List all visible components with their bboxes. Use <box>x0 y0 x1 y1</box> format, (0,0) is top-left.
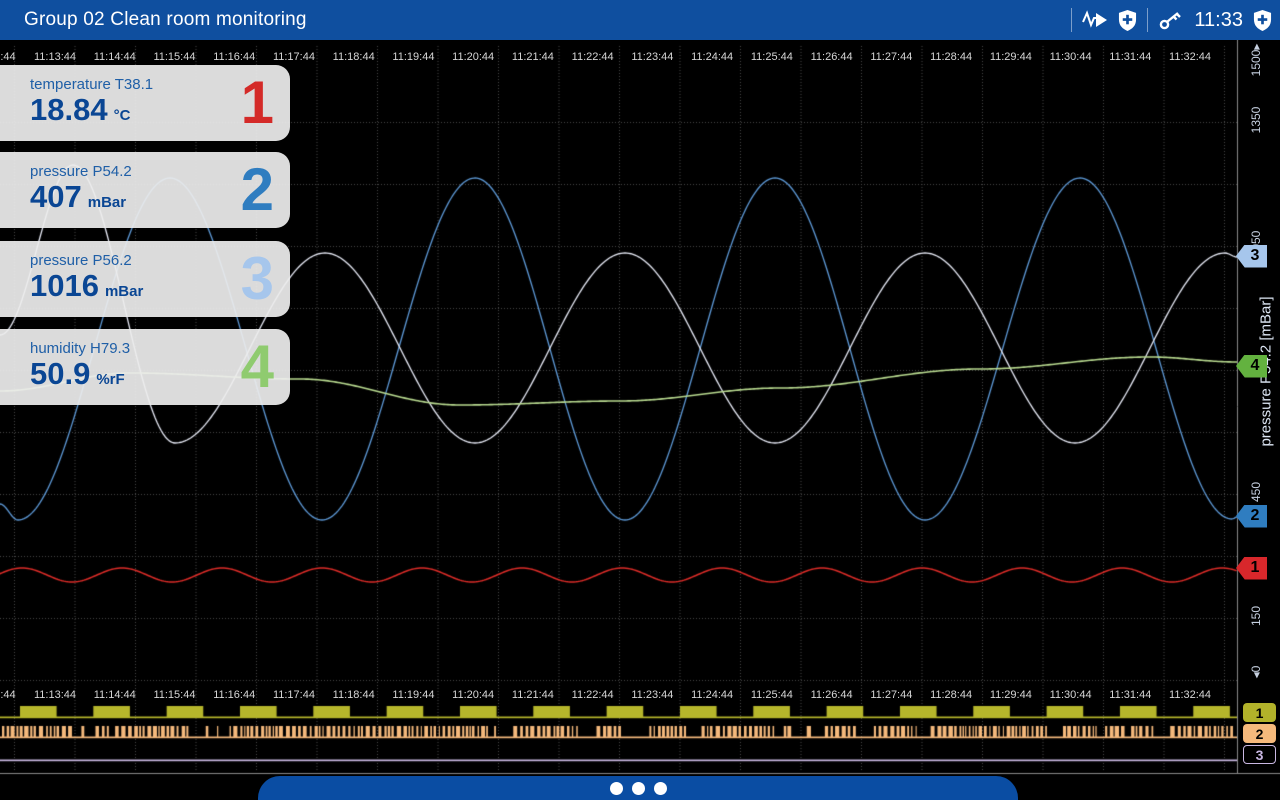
time-tick: 11:20:44 <box>452 51 494 63</box>
channel-label: temperature T38.1 <box>30 76 276 93</box>
time-tick: 11:26:44 <box>811 51 853 63</box>
time-tick: 11:27:44 <box>870 51 912 63</box>
time-tick: 11:13:44 <box>34 689 76 701</box>
channel-label: humidity H79.3 <box>30 340 276 357</box>
channel-label: pressure P54.2 <box>30 163 276 180</box>
time-tick: 11:14:44 <box>94 51 136 63</box>
channel-card-2[interactable]: pressure P54.2407 mBar 2 <box>0 152 290 228</box>
clock: 11:33 <box>1194 9 1243 32</box>
time-tick: 11:24:44 <box>691 689 733 701</box>
channel-number: 4 <box>241 337 274 397</box>
time-tick: 11:17:44 <box>273 51 315 63</box>
time-tick: 11:22:44 <box>572 51 614 63</box>
divider <box>1071 8 1072 32</box>
value-tick: 150 <box>1249 586 1263 646</box>
clean-room-monitor-screen: Group 02 Clean room monitoring 11:33 :44… <box>0 0 1280 800</box>
channel-value: 50.9 <box>30 358 90 391</box>
channel-value: 18.84 <box>30 94 108 127</box>
channel-card-3[interactable]: pressure P56.21016 mBar 3 <box>0 241 290 317</box>
time-tick: 11:27:44 <box>870 689 912 701</box>
time-tick: 11:29:44 <box>990 51 1032 63</box>
digital-badge-3[interactable]: 3 <box>1243 745 1276 764</box>
time-tick: 11:17:44 <box>273 689 315 701</box>
key-unlock-icon[interactable] <box>1158 8 1184 32</box>
time-tick: 11:19:44 <box>392 51 434 63</box>
time-tick: 11:28:44 <box>930 51 972 63</box>
time-tick: 11:25:44 <box>751 51 793 63</box>
time-tick: :44 <box>0 51 15 63</box>
time-tick: 11:18:44 <box>333 689 375 701</box>
time-tick: 11:21:44 <box>512 689 554 701</box>
time-tick: 11:31:44 <box>1109 51 1151 63</box>
channel-card-4[interactable]: humidity H79.350.9 %rF 4 <box>0 329 290 405</box>
time-tick: 11:26:44 <box>811 689 853 701</box>
time-tick: 11:21:44 <box>512 51 554 63</box>
time-tick: 11:30:44 <box>1050 689 1092 701</box>
shield-plus-icon[interactable] <box>1253 9 1272 32</box>
time-tick: 11:20:44 <box>452 689 494 701</box>
shield-plus-icon[interactable] <box>1118 9 1137 32</box>
status-area: 11:33 <box>1071 0 1272 40</box>
time-tick: 11:19:44 <box>392 689 434 701</box>
signal-icon[interactable] <box>1082 8 1108 32</box>
channel-label: pressure P56.2 <box>30 252 276 269</box>
divider <box>1147 8 1148 32</box>
time-tick: 11:30:44 <box>1050 51 1092 63</box>
channel-card-1[interactable]: temperature T38.118.84 °C 1 <box>0 65 290 141</box>
time-tick: 11:18:44 <box>333 51 375 63</box>
time-tick: 11:15:44 <box>153 51 195 63</box>
digital-badge-1[interactable]: 1 <box>1243 703 1276 722</box>
time-tick: 11:32:44 <box>1169 51 1211 63</box>
channel-number: 1 <box>241 73 274 133</box>
time-tick: 11:24:44 <box>691 51 733 63</box>
time-tick: 11:14:44 <box>94 689 136 701</box>
value-tick: 1350 <box>1249 90 1263 150</box>
time-tick: 11:25:44 <box>751 689 793 701</box>
time-tick: 11:15:44 <box>153 689 195 701</box>
time-tick: 11:16:44 <box>213 689 255 701</box>
channel-unit: mBar <box>105 283 143 300</box>
channel-unit: °C <box>114 107 131 124</box>
time-tick: 11:29:44 <box>990 689 1032 701</box>
time-tick: 11:28:44 <box>930 689 972 701</box>
title-bar: Group 02 Clean room monitoring 11:33 <box>0 0 1280 40</box>
time-tick: 11:16:44 <box>213 51 255 63</box>
time-tick: :44 <box>0 689 15 701</box>
channel-unit: mBar <box>88 194 126 211</box>
bottom-menu-handle[interactable] <box>258 776 1018 800</box>
value-tick: ◂0 <box>1249 642 1263 702</box>
time-tick: 11:23:44 <box>631 689 673 701</box>
digital-badge-2[interactable]: 2 <box>1243 724 1276 743</box>
time-tick: 11:32:44 <box>1169 689 1211 701</box>
channel-unit: %rF <box>96 371 124 388</box>
time-tick: 11:13:44 <box>34 51 76 63</box>
handle-dot <box>654 782 667 795</box>
handle-dot <box>632 782 645 795</box>
channel-value: 407 <box>30 181 82 214</box>
time-tick: 11:23:44 <box>631 51 673 63</box>
channel-value: 1016 <box>30 270 99 303</box>
group-title: Group 02 Clean room monitoring <box>24 9 307 31</box>
channel-number: 2 <box>241 160 274 220</box>
handle-dot <box>610 782 623 795</box>
channel-number: 3 <box>241 249 274 309</box>
time-tick: 11:22:44 <box>572 689 614 701</box>
time-tick: 11:31:44 <box>1109 689 1151 701</box>
